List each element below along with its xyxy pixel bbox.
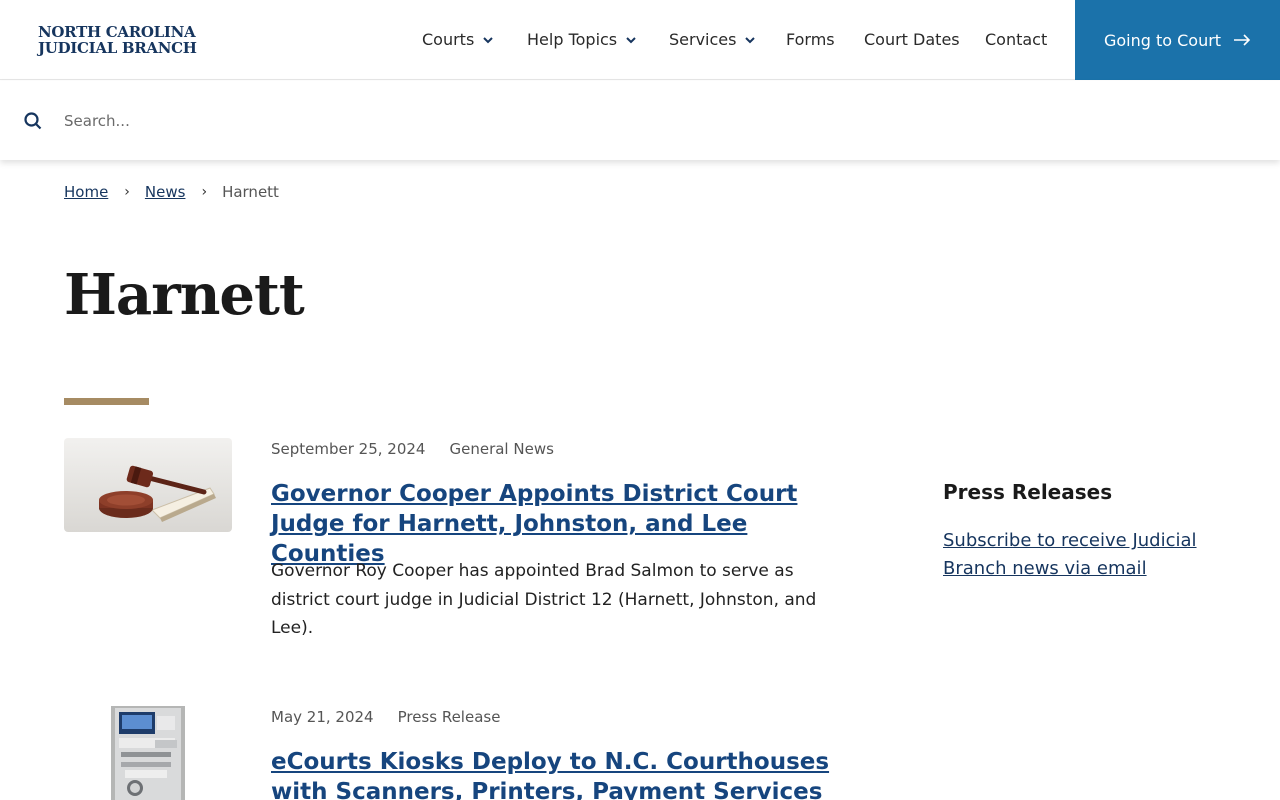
chevron-down-icon bbox=[745, 36, 756, 43]
article-thumbnail-kiosk[interactable] bbox=[111, 706, 185, 800]
article-summary: Governor Roy Cooper has appointed Brad S… bbox=[271, 561, 817, 638]
title-accent-rule bbox=[64, 398, 149, 405]
article-meta: May 21, 2024 Press Release bbox=[271, 708, 500, 726]
breadcrumb-current: Harnett bbox=[222, 183, 279, 201]
search-input[interactable] bbox=[64, 109, 864, 133]
kiosk-image bbox=[111, 706, 185, 800]
search-bar bbox=[0, 81, 1280, 160]
breadcrumb-news[interactable]: News bbox=[145, 183, 186, 201]
nav-contact[interactable]: Contact bbox=[985, 30, 1047, 49]
press-releases-heading: Press Releases bbox=[943, 480, 1113, 504]
nav-services-label: Services bbox=[669, 30, 737, 49]
chevron-right-icon: › bbox=[201, 184, 208, 200]
article-title-link[interactable]: Governor Cooper Appoints District Court … bbox=[271, 479, 831, 569]
arrow-right-icon bbox=[1234, 34, 1251, 46]
article-date: September 25, 2024 bbox=[271, 440, 426, 458]
gavel-image bbox=[64, 438, 232, 532]
going-to-court-button[interactable]: Going to Court bbox=[1075, 0, 1280, 80]
nav-contact-label: Contact bbox=[985, 30, 1048, 49]
nav-courts-label: Courts bbox=[422, 30, 475, 49]
article-title-link[interactable]: eCourts Kiosks Deploy to N.C. Courthouse… bbox=[271, 747, 841, 800]
nav-court-dates-label: Court Dates bbox=[864, 30, 960, 49]
page-title: Harnett bbox=[64, 262, 305, 328]
subscribe-news-link[interactable]: Subscribe to receive Judicial Branch new… bbox=[943, 527, 1223, 583]
chevron-right-icon: › bbox=[124, 184, 130, 200]
article-thumbnail-gavel[interactable] bbox=[64, 438, 232, 532]
nav-help-topics-label: Help Topics bbox=[527, 30, 618, 49]
article-category: Press Release bbox=[397, 708, 501, 726]
logo-line-1: NORTH CAROLINA bbox=[38, 23, 196, 41]
nav-services[interactable]: Services bbox=[669, 30, 758, 49]
article-date: May 21, 2024 bbox=[271, 708, 374, 726]
article-category: General News bbox=[449, 440, 554, 458]
logo-line-2: JUDICIAL BRANCH bbox=[38, 39, 197, 57]
site-logo[interactable]: NORTH CAROLINA JUDICIAL BRANCH bbox=[38, 24, 197, 56]
search-icon[interactable] bbox=[23, 111, 43, 131]
nav-courts[interactable]: Courts bbox=[422, 30, 496, 49]
article-meta: September 25, 2024 General News bbox=[271, 440, 554, 458]
nav-help-topics[interactable]: Help Topics bbox=[527, 30, 639, 49]
chevron-down-icon bbox=[626, 36, 636, 43]
nav-court-dates[interactable]: Court Dates bbox=[864, 30, 960, 49]
nav-forms[interactable]: Forms bbox=[786, 30, 835, 49]
going-to-court-label: Going to Court bbox=[1103, 30, 1222, 50]
site-header: NORTH CAROLINA JUDICIAL BRANCH Courts He… bbox=[0, 0, 1280, 80]
breadcrumb: Home › News › Harnett bbox=[64, 183, 279, 201]
breadcrumb-home[interactable]: Home bbox=[64, 183, 108, 201]
chevron-down-icon bbox=[483, 36, 494, 43]
nav-forms-label: Forms bbox=[786, 30, 835, 49]
